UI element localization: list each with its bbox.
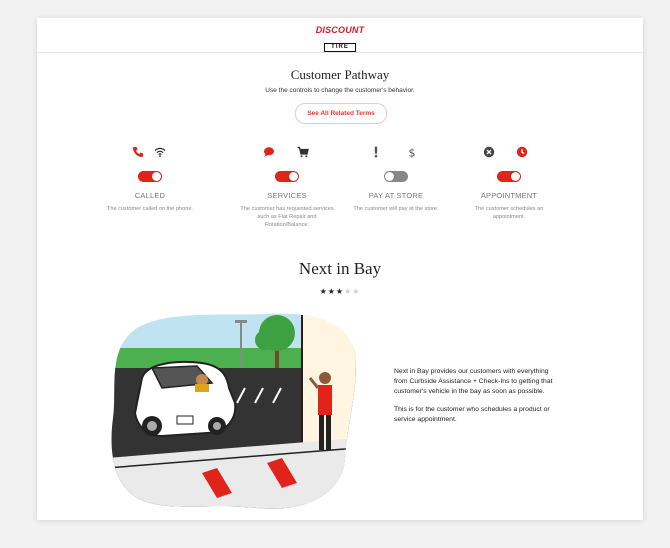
phone-icon	[133, 147, 143, 157]
option-description: The customer has requested services such…	[240, 206, 334, 228]
rating-stars: ★★★★★	[37, 287, 643, 296]
toggle-knob	[152, 172, 161, 181]
option-services: SERVICES The customer has requested serv…	[240, 146, 334, 228]
pathway-subtitle: Use the controls to change the customer'…	[265, 87, 415, 94]
clock-icon	[516, 146, 528, 158]
option-description: The customer schedules an appointment.	[474, 206, 544, 220]
toggle-knob	[385, 172, 394, 181]
see-all-terms-button[interactable]: See All Related Terms	[295, 103, 387, 124]
svg-text:$: $	[409, 147, 416, 159]
exclamation-icon	[374, 146, 378, 158]
option-label: PAY AT STORE	[368, 191, 424, 200]
option-description: The customer called on the phone.	[106, 206, 194, 212]
main-card: DISCOUNT TIRE Customer Pathway Use the c…	[37, 18, 643, 520]
star-filled-icon: ★	[335, 287, 345, 296]
pathway-title: Customer Pathway	[290, 67, 390, 82]
option-called: CALLED The customer called on the phone.	[103, 146, 197, 212]
star-empty-icon: ★	[352, 287, 361, 296]
star-filled-icon: ★	[319, 287, 328, 296]
logo-subtext: TIRE	[324, 43, 356, 52]
option-label: APPOINTMENT	[480, 191, 538, 200]
top-bar: DISCOUNT TIRE	[37, 18, 643, 53]
wifi-icon	[154, 147, 166, 158]
option-label: SERVICES	[267, 191, 307, 200]
dollar-icon: $	[409, 147, 416, 159]
description-paragraph-1: Next in Bay provides our customers with …	[394, 368, 553, 395]
logo-wordmark: DISCOUNT	[315, 25, 365, 35]
option-label: CALLED	[134, 191, 166, 200]
discount-tire-logo[interactable]: DISCOUNT TIRE	[315, 25, 365, 52]
next-in-bay-title: Next in Bay	[298, 259, 382, 278]
cart-icon	[297, 146, 309, 158]
pay-at-store-toggle[interactable]	[384, 171, 408, 182]
option-description: The customer will pay at the store.	[353, 206, 439, 212]
chat-bubble-icon	[264, 147, 274, 157]
called-toggle[interactable]	[138, 171, 162, 182]
option-pay-at-store: $ PAY AT STORE The customer will pay at …	[349, 146, 443, 212]
star-filled-icon: ★	[327, 287, 336, 296]
appointment-toggle[interactable]	[497, 171, 521, 182]
curbside-illustration	[111, 313, 356, 509]
next-in-bay-description: Next in Bay provides our customers with …	[394, 367, 554, 433]
description-paragraph-2: This is for the customer who schedules a…	[394, 406, 550, 423]
close-circle-icon	[483, 146, 495, 158]
toggle-knob	[511, 172, 520, 181]
option-appointment: APPOINTMENT The customer schedules an ap…	[462, 146, 556, 220]
toggle-knob	[289, 172, 298, 181]
services-toggle[interactable]	[275, 171, 299, 182]
